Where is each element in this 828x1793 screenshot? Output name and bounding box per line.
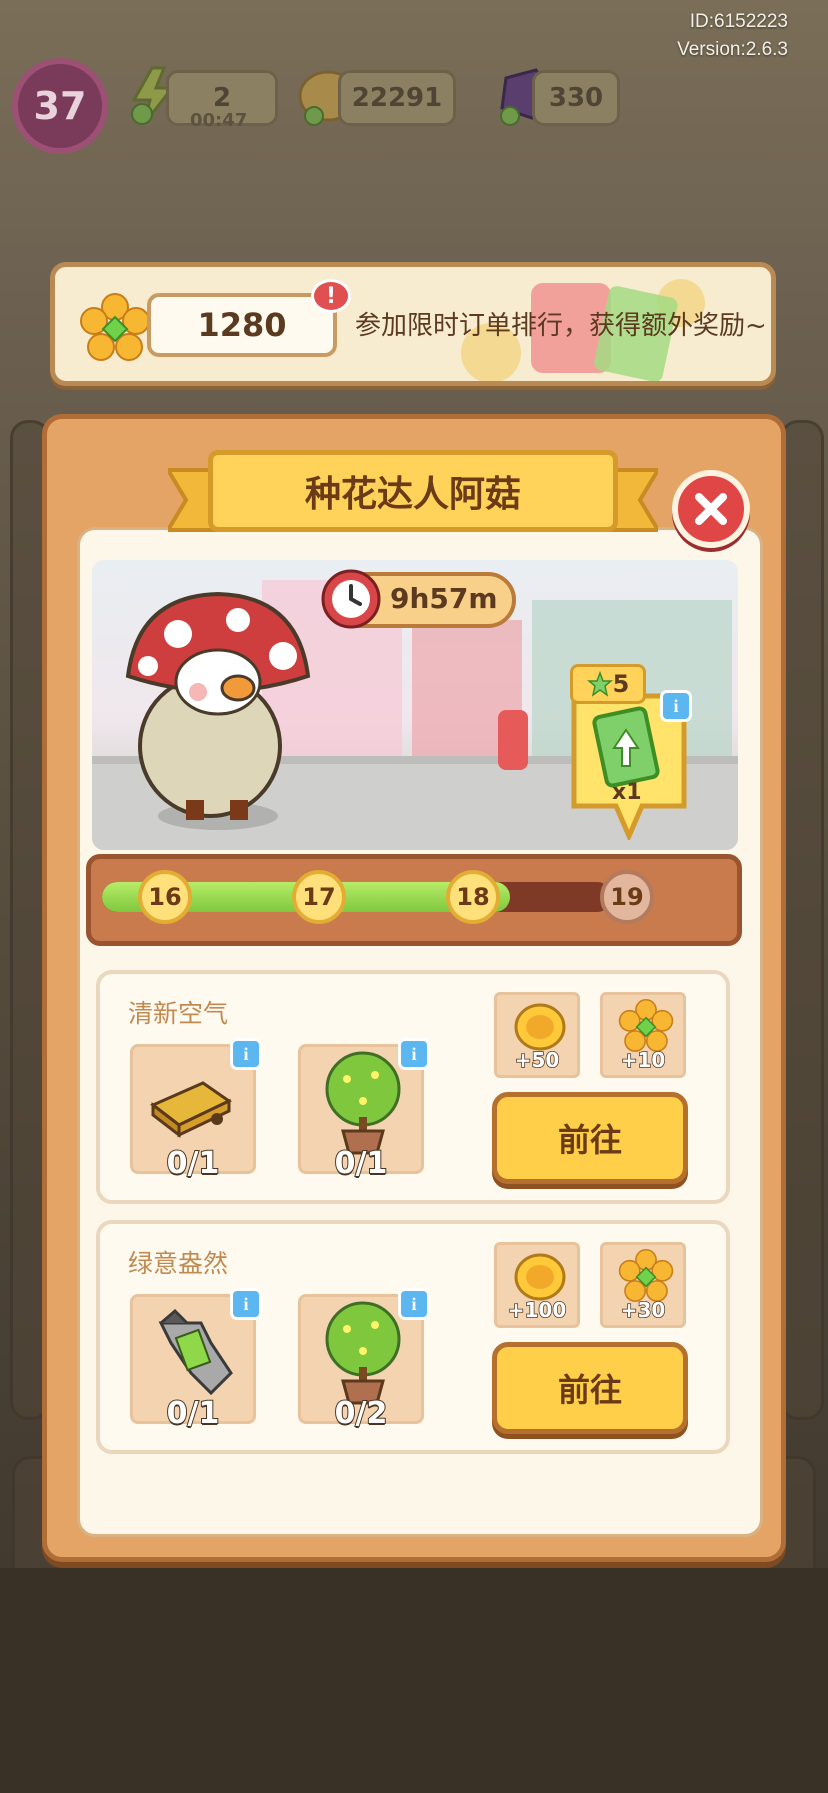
coin-counter[interactable]: 22291	[338, 70, 456, 126]
energy-value: 2	[212, 83, 232, 113]
player-id: ID:6152223	[689, 11, 788, 32]
alert-badge: !	[311, 279, 351, 313]
milestone-label: 19	[610, 883, 644, 911]
task-item-count: 0/2	[334, 1395, 389, 1432]
reward-star-value: 5	[612, 670, 630, 698]
task-item-count: 0/1	[166, 1395, 221, 1432]
reward-coins-amount: +50	[514, 1047, 560, 1073]
milestone-17: 17	[292, 870, 346, 924]
bottom-dim-area	[0, 1568, 828, 1793]
reward-flowers-amount: +10	[620, 1047, 666, 1073]
flower-count: 1280	[147, 293, 337, 357]
mushroom-character	[125, 591, 311, 830]
reward-coins-amount: +100	[507, 1297, 567, 1323]
milestone-16: 16	[138, 870, 192, 924]
task-title: 绿意盎然	[128, 1249, 229, 1278]
flower-icon	[618, 999, 674, 1052]
title-ribbon: 种花达人阿菇	[168, 450, 658, 542]
task-item-count: 0/1	[334, 1145, 389, 1182]
task-item-count: 0/1	[166, 1145, 221, 1182]
task-title: 清新空气	[128, 999, 229, 1028]
flower-icon	[80, 293, 150, 361]
gem-counter[interactable]: 330	[532, 70, 620, 126]
banner-message: 参加限时订单排行，获得额外奖励~	[355, 311, 767, 341]
reward-flowers-amount: +30	[620, 1297, 666, 1323]
player-level-badge[interactable]: 37	[12, 58, 108, 154]
reward-star-count: 5	[570, 664, 646, 704]
flower-icon	[618, 1249, 674, 1302]
coin-icon	[514, 1253, 566, 1301]
close-icon	[695, 493, 727, 525]
close-button[interactable]	[672, 470, 750, 548]
event-timer: 9h57m	[390, 582, 498, 615]
energy-timer: 00:47	[190, 110, 248, 131]
gem-value: 330	[548, 83, 604, 113]
order-ranking-banner[interactable]: 1280 ! 参加限时订单排行，获得额外奖励~	[50, 262, 776, 386]
background-panel-right	[780, 420, 824, 1420]
version-label: Version:2.6.3	[677, 39, 788, 60]
milestone-label: 17	[302, 883, 336, 911]
reward-quantity: x1	[612, 780, 642, 805]
coin-icon	[514, 1003, 566, 1051]
go-button[interactable]: 前往	[492, 1342, 688, 1434]
milestone-18: 18	[446, 870, 500, 924]
item-info-icon[interactable]: i	[398, 1038, 430, 1070]
build-info: ID:6152223 Version:2.6.3	[677, 8, 788, 64]
clock-icon	[321, 569, 381, 629]
coin-value: 22291	[351, 83, 443, 113]
milestone-19: 19	[600, 870, 654, 924]
go-button[interactable]: 前往	[492, 1092, 688, 1184]
star-icon	[586, 671, 613, 697]
item-info-icon[interactable]: i	[398, 1288, 430, 1320]
player-level: 37	[33, 84, 87, 128]
milestone-label: 18	[456, 883, 490, 911]
milestone-label: 16	[148, 883, 182, 911]
reward-info-icon[interactable]: i	[660, 690, 692, 722]
item-info-icon[interactable]: i	[230, 1288, 262, 1320]
popup-title: 种花达人阿菇	[208, 450, 618, 532]
item-info-icon[interactable]: i	[230, 1038, 262, 1070]
